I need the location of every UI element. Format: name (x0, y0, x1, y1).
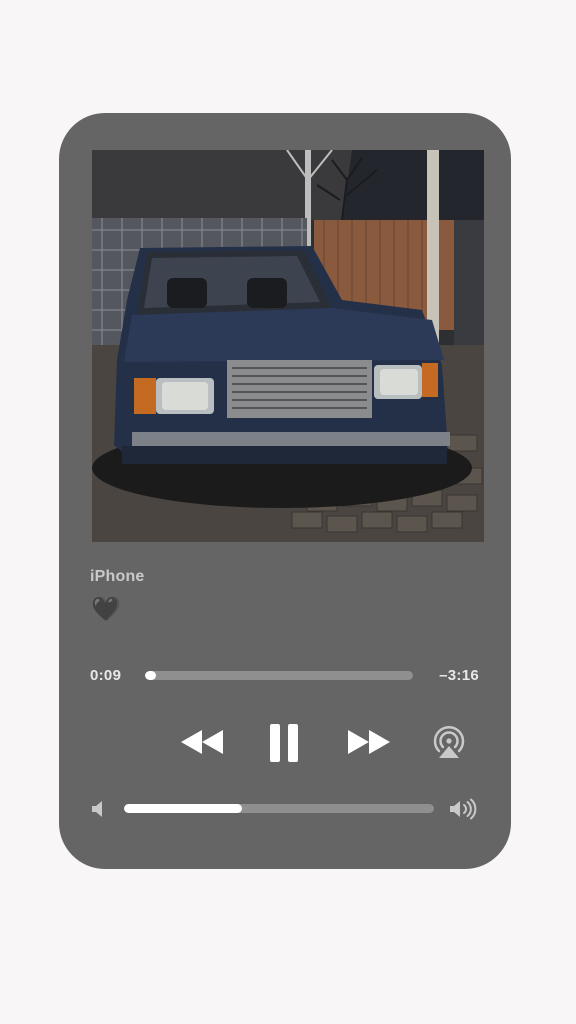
volume-fill (124, 804, 242, 813)
elapsed-time: 0:09 (90, 667, 122, 684)
music-player-widget: iPhone 🖤 0:09 –3:16 (59, 113, 511, 869)
speaker-low-icon (92, 801, 102, 817)
fast-forward-icon (348, 730, 390, 754)
progress-fill (145, 671, 156, 680)
artwork-car-image (92, 150, 484, 542)
airplay-icon (433, 725, 465, 758)
rewind-button[interactable] (177, 725, 227, 759)
remaining-time: –3:16 (439, 667, 479, 684)
volume-min-indicator (89, 799, 107, 819)
fast-forward-button[interactable] (344, 725, 394, 759)
airplay-button[interactable] (429, 722, 469, 762)
pause-button[interactable] (264, 721, 304, 765)
album-artwork (92, 150, 484, 542)
speaker-high-icon (450, 798, 477, 820)
rewind-icon (181, 730, 223, 754)
track-title: iPhone (90, 568, 145, 585)
pause-icon (270, 724, 298, 762)
track-artist: 🖤 (91, 596, 121, 623)
volume-max-indicator (447, 797, 479, 821)
progress-bar[interactable] (145, 671, 413, 680)
volume-slider[interactable] (124, 804, 434, 813)
